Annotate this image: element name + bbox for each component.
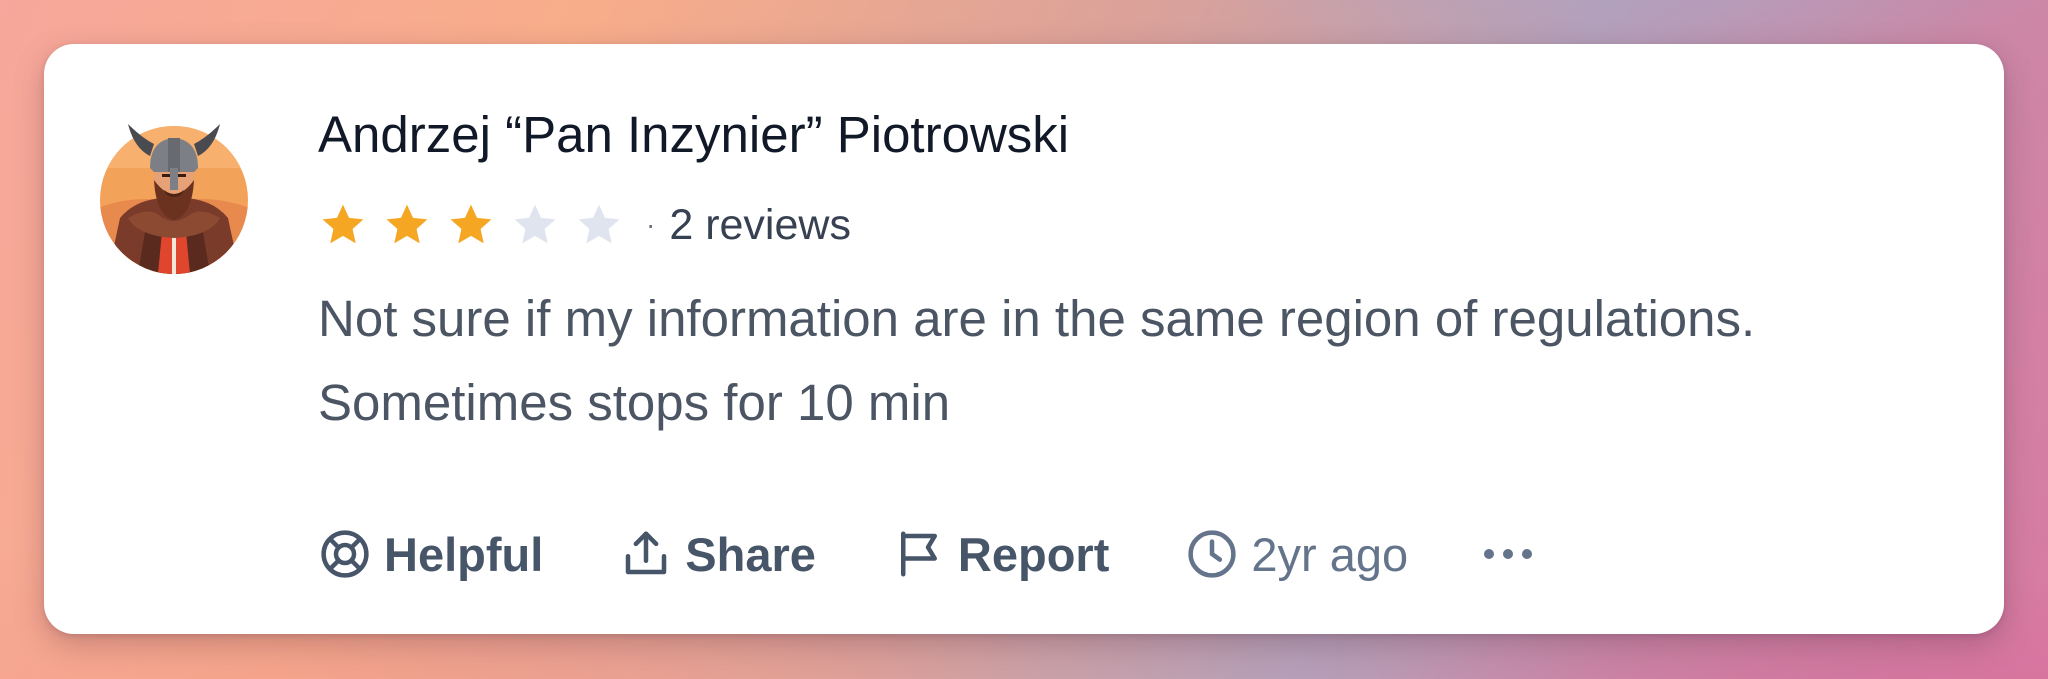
timestamp: 2yr ago — [1185, 527, 1408, 582]
star-empty-icon — [578, 204, 620, 244]
helpful-button[interactable]: Helpful — [318, 527, 543, 582]
timestamp-label: 2yr ago — [1251, 527, 1409, 581]
lifebuoy-icon — [321, 530, 369, 578]
share-button[interactable]: Share — [619, 527, 816, 582]
star-filled-icon — [450, 204, 492, 244]
author-name[interactable]: Andrzej “Pan Inzynier” Piotrowski — [318, 104, 1964, 165]
star-empty-icon — [514, 204, 556, 244]
more-options-button[interactable] — [1484, 549, 1533, 559]
share-icon — [626, 531, 667, 575]
share-label: Share — [685, 527, 816, 581]
star-filled-icon — [386, 204, 428, 244]
viking-avatar-icon — [100, 124, 248, 274]
report-button[interactable]: Report — [892, 527, 1109, 582]
review-text: Not sure if my information are in the sa… — [318, 290, 1756, 432]
rating-row: · 2 reviews — [318, 197, 1964, 253]
star-filled-icon — [322, 204, 364, 244]
helpful-label: Helpful — [384, 527, 544, 581]
more-dot-icon — [1503, 549, 1514, 559]
more-dot-icon — [1522, 549, 1533, 559]
clock-icon — [1188, 530, 1236, 578]
separator-dot: · — [646, 209, 656, 241]
flag-icon — [900, 531, 937, 577]
star-rating — [318, 200, 624, 250]
more-dot-icon — [1484, 549, 1495, 559]
review-actions: Helpful Share Report 2yr ago — [318, 522, 1533, 586]
review-count[interactable]: 2 reviews — [669, 201, 851, 250]
report-label: Report — [957, 527, 1110, 581]
avatar — [98, 98, 250, 274]
review-content: Andrzej “Pan Inzynier” Piotrowski · 2 re… — [318, 104, 1964, 445]
review-card: Andrzej “Pan Inzynier” Piotrowski · 2 re… — [44, 44, 2004, 634]
